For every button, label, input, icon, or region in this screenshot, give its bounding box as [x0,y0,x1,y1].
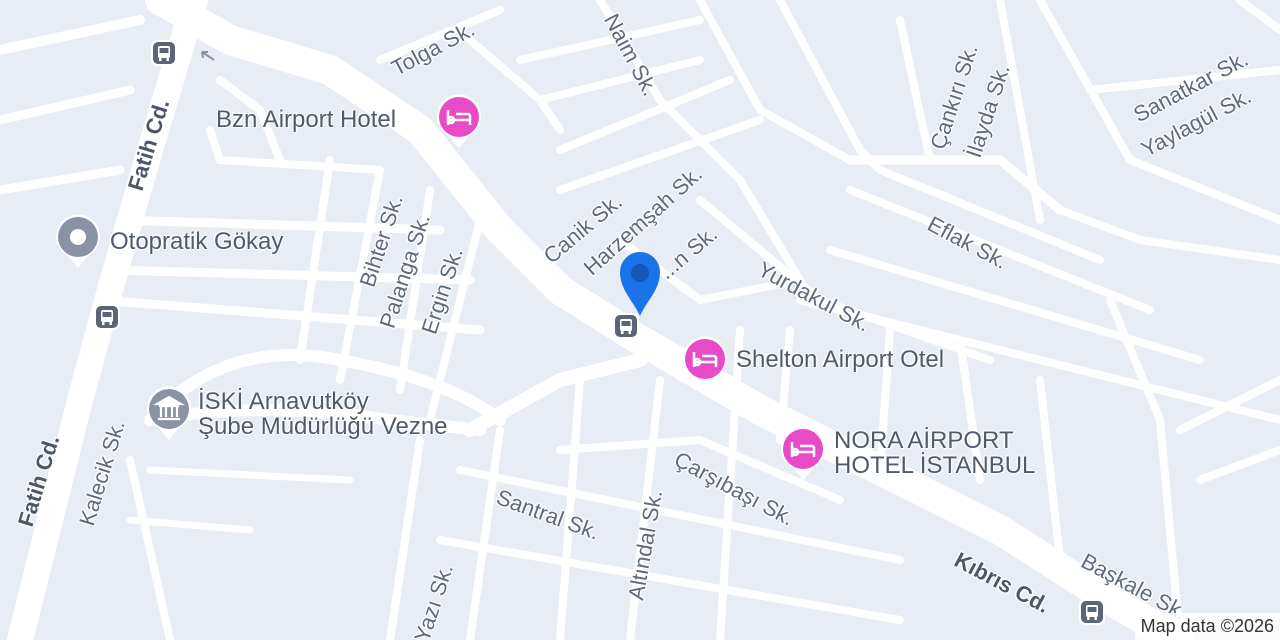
hotel-pin-icon[interactable] [680,334,730,392]
map-attribution[interactable]: Map data ©2026 [1134,613,1280,640]
poi-label-shelton-airport-otel[interactable]: Shelton Airport Otel [736,347,944,372]
hotel-pin-icon[interactable] [434,92,484,150]
poi-label-iski-arnavutkoy[interactable]: İSKİ Arnavutköy Şube Müdürlüğü Vezne [198,389,448,440]
map-view[interactable]: Tolga Sk. Naim Sk. Çankırı Sk. İlayda Sk… [0,0,1280,640]
bus-stop-icon[interactable] [1078,598,1106,626]
poi-label-otopratik-gokay[interactable]: Otopratik Gökay [110,229,283,254]
government-pin-icon[interactable] [144,384,194,442]
hotel-pin-icon[interactable] [778,424,828,482]
poi-label-bzn-airport-hotel[interactable]: Bzn Airport Hotel [216,107,396,132]
one-way-arrow-icon [201,51,215,61]
bus-stop-icon[interactable] [150,39,178,67]
poi-label-nora-airport-hotel[interactable]: NORA AİRPORT HOTEL İSTANBUL [834,428,1035,479]
bus-stop-icon[interactable] [93,303,121,331]
location-pin-icon[interactable] [612,246,668,318]
place-pin-icon[interactable] [53,212,103,270]
